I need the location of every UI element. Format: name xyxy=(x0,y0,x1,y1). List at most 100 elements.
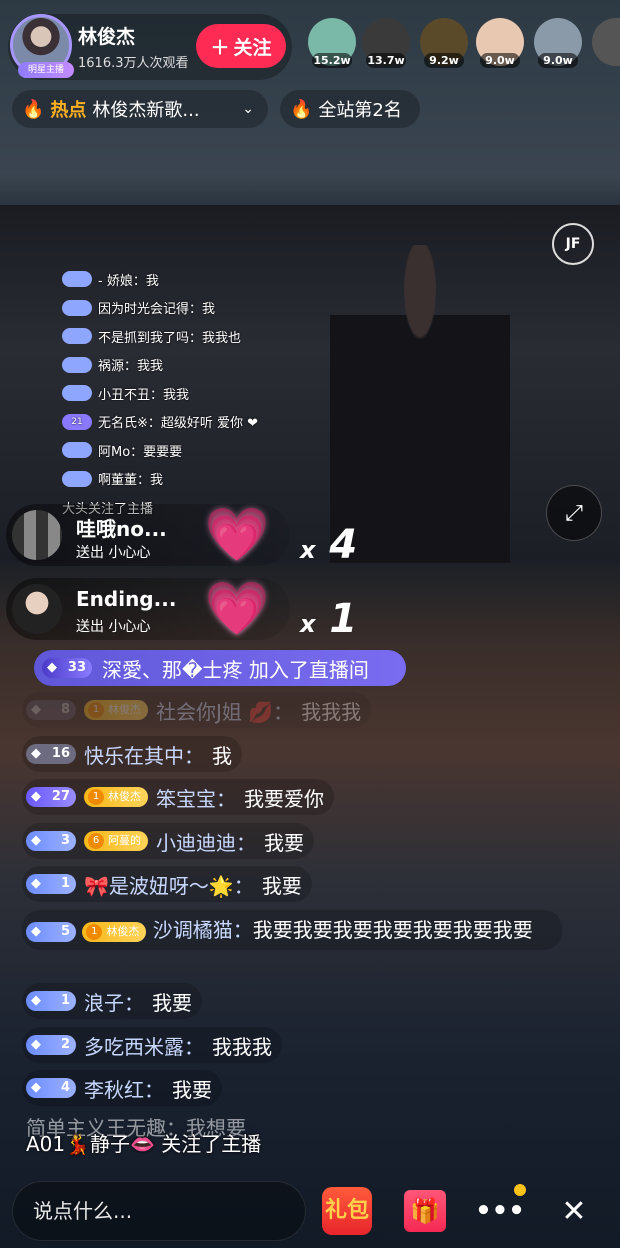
chat-nickname: 社会你J姐 💋： xyxy=(156,699,294,724)
video-chat-line: 啊董董：我 xyxy=(62,465,258,494)
chat-message[interactable]: 3 阿蔓的 小迪迪迪： 我要 xyxy=(22,823,314,859)
gift-count-x: x xyxy=(300,610,316,638)
chat-text: 我要 xyxy=(261,873,302,898)
fan-badge: 林俊杰 xyxy=(84,787,148,807)
chevron-down-icon: ⌄ xyxy=(242,101,254,117)
top-viewer-count: 9.0w xyxy=(480,53,520,68)
hot-topic-pill[interactable]: 🔥 热点 林俊杰新歌... ⌄ xyxy=(12,90,268,128)
rank-pill[interactable]: 🔥 全站第2名 xyxy=(280,90,420,128)
level-badge xyxy=(62,299,92,316)
chat-message[interactable]: 4 李秋红： 我要 xyxy=(22,1070,222,1106)
video-chat-line: - 娇娘：我 xyxy=(62,265,258,294)
gift-sender-name: 哇哦no... xyxy=(76,517,167,541)
top-viewer-count: 9.0w xyxy=(538,53,578,68)
video-chat-text: - 娇娘：我 xyxy=(98,273,159,289)
level-badge: 21 xyxy=(62,413,92,430)
video-chat-text: 小丑不丑：我我 xyxy=(98,387,190,403)
top-viewer-avatar-partial[interactable] xyxy=(592,18,620,66)
chat-message[interactable]: 27 林俊杰 笨宝宝： 我要爱你 xyxy=(22,779,334,815)
level-badge: 8 xyxy=(26,700,76,720)
chat-message[interactable]: 1 🎀是波妞呀～🌟： 我要 xyxy=(22,866,312,902)
gift-description: 送出 小心心 xyxy=(76,619,151,635)
chat-text: 我要爱你 xyxy=(244,786,324,811)
heart-gift-icon: 💗 xyxy=(204,579,270,639)
level-badge xyxy=(62,328,92,345)
plus-icon: ＋ xyxy=(210,36,230,59)
gift-count-value: 4 xyxy=(329,522,358,568)
follow-button[interactable]: ＋ 关注 xyxy=(196,24,286,68)
join-notification: 33 深愛、那�士疼 加入了直播间 xyxy=(34,650,406,686)
video-chat-text: 祸源：我我 xyxy=(98,359,164,375)
fullscreen-button[interactable]: ⤢ xyxy=(546,485,602,541)
chat-text: 我要我要我要我要我要我要我要 xyxy=(252,918,533,942)
video-embedded-chat: - 娇娘：我 因为时光会记得：我 不是抓到我了吗：我我也 祸源：我我 小丑不丑：… xyxy=(62,265,258,522)
level-badge xyxy=(62,442,92,459)
gift-count: x 1 xyxy=(300,596,357,642)
video-chat-line: 祸源：我我 xyxy=(62,351,258,380)
chat-message[interactable]: 2 多吃西米露： 我我我 xyxy=(22,1027,282,1063)
fullscreen-icon: ⤢ xyxy=(565,500,583,526)
heart-gift-icon: 💗 xyxy=(204,505,270,565)
notification-dot xyxy=(514,1184,526,1196)
close-button[interactable]: ✕ xyxy=(548,1185,600,1237)
top-viewer-count: 9.2w xyxy=(424,53,464,68)
chat-nickname: 笨宝宝： xyxy=(156,786,236,811)
chat-text: 我要 xyxy=(264,830,304,855)
video-chat-line: 不是抓到我了吗：我我也 xyxy=(62,322,258,351)
chat-text: 我我我 xyxy=(212,1034,272,1059)
fan-badge: 阿蔓的 xyxy=(84,831,148,851)
follow-notification: A01💃静子👄 关注了主播 xyxy=(26,1132,262,1156)
red-packet-button[interactable]: 礼包 xyxy=(322,1187,372,1235)
gift-count-value: 1 xyxy=(329,596,358,642)
gift-sender-name: Ending... xyxy=(76,587,177,611)
chat-message[interactable]: 8 林俊杰 社会你J姐 💋： 我我我 xyxy=(22,692,372,728)
performer-image xyxy=(330,245,510,563)
top-viewer-avatar[interactable]: 9.0w xyxy=(534,18,582,68)
fan-badge: 林俊杰 xyxy=(84,700,148,720)
video-chat-line: 小丑不丑：我我 xyxy=(62,379,258,408)
top-viewer-avatar[interactable]: 15.2w xyxy=(308,18,356,68)
video-chat-text: 啊董董：我 xyxy=(98,473,164,489)
chat-message[interactable]: 16 快乐在其中： 我 xyxy=(22,736,242,772)
fan-badge: 林俊杰 xyxy=(82,921,147,942)
jf-logo: JF xyxy=(552,223,594,265)
top-viewer-count: 13.7w xyxy=(366,53,406,68)
gift-description: 送出 小心心 xyxy=(76,545,151,561)
gift-box-icon[interactable]: 🎁 xyxy=(404,1190,446,1232)
level-badge: 2 xyxy=(26,1035,76,1055)
top-viewer-avatar[interactable]: 9.0w xyxy=(476,18,524,68)
host-viewer-count: 1616.3万人次观看 xyxy=(78,56,189,71)
hot-topic-text: 林俊杰新歌... xyxy=(92,100,200,121)
gift-sender-avatar[interactable] xyxy=(12,510,62,560)
host-name[interactable]: 林俊杰 xyxy=(78,22,135,49)
chat-text: 我要 xyxy=(172,1077,212,1102)
chat-nickname: 🎀是波妞呀～🌟： xyxy=(84,873,254,898)
level-badge: 27 xyxy=(26,787,76,807)
top-viewer-avatar[interactable]: 13.7w xyxy=(362,18,410,68)
join-text: 深愛、那�士疼 加入了直播间 xyxy=(102,657,369,682)
chat-nickname: 浪子： xyxy=(84,990,144,1015)
level-badge xyxy=(62,271,92,288)
level-badge xyxy=(62,385,92,402)
level-badge xyxy=(62,470,92,487)
top-viewer-avatar[interactable]: 9.2w xyxy=(420,18,468,68)
chat-message[interactable]: 1 浪子： 我要 xyxy=(22,983,202,1019)
video-chat-text: 阿Mo：要要要 xyxy=(98,444,183,460)
rank-text: 全站第2名 xyxy=(318,100,402,121)
chat-nickname: 李秋红： xyxy=(84,1077,164,1102)
gift-sender-avatar[interactable] xyxy=(12,584,62,634)
chat-message[interactable]: 5 林俊杰 沙调橘猫：我要我要我要我要我要我要我要 xyxy=(22,910,562,950)
video-chat-text: 无名氏※：超级好听 爱你 ❤ xyxy=(98,416,259,432)
video-chat-line: 阿Mo：要要要 xyxy=(62,436,258,465)
level-badge xyxy=(62,356,92,373)
host-badge: 明星主播 xyxy=(18,62,74,78)
level-badge: 3 xyxy=(26,831,76,851)
chat-nickname: 快乐在其中： xyxy=(84,743,204,768)
video-chat-line: 21 无名氏※：超级好听 爱你 ❤ xyxy=(62,408,258,437)
comment-input[interactable]: 说点什么... xyxy=(12,1181,306,1241)
hot-label: 热点 xyxy=(50,100,87,121)
follow-button-label: 关注 xyxy=(233,36,272,59)
chat-nickname: 小迪迪迪： xyxy=(156,830,256,855)
chat-text: 我要 xyxy=(152,990,192,1015)
chat-text: 我我我 xyxy=(301,699,362,724)
